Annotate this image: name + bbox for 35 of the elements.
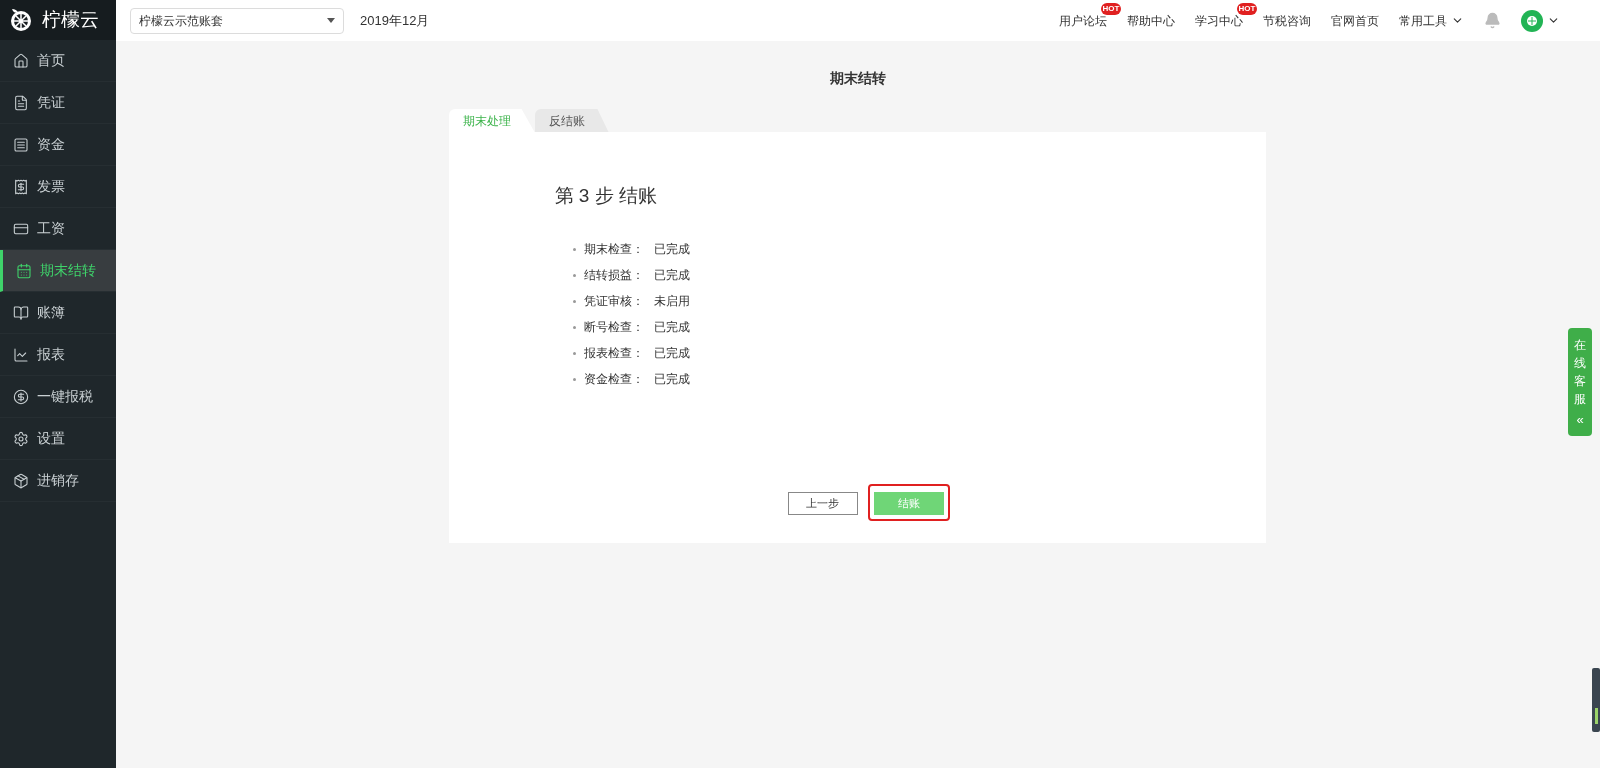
sidebar-item[interactable]: 首页 <box>0 40 116 82</box>
check-status: 已完成 <box>653 241 690 258</box>
period-label: 2019年12月 <box>360 11 430 30</box>
nav-link[interactable]: 节税咨询 <box>1263 11 1311 30</box>
sidebar-item[interactable]: 期末结转 <box>0 250 116 292</box>
tab[interactable]: 反结账 <box>534 109 609 132</box>
sidebar-item[interactable]: 账簿 <box>0 292 116 334</box>
sidebar-item[interactable]: 进销存 <box>0 460 116 502</box>
sidebar-item[interactable]: 凭证 <box>0 82 116 124</box>
check-name: 断号检查： <box>583 319 645 336</box>
sidebar-item[interactable]: 一键报税 <box>0 376 116 418</box>
account-select[interactable]: 柠檬云示范账套 <box>130 7 344 34</box>
check-status: 已完成 <box>653 371 690 388</box>
check-name: 结转损益： <box>583 267 645 284</box>
check-status: 未启用 <box>653 293 690 310</box>
page-title: 期末结转 <box>830 69 886 88</box>
sidebar-item[interactable]: 资金 <box>0 124 116 166</box>
previous-button[interactable]: 上一步 <box>787 492 858 515</box>
sidebar-item[interactable]: 报表 <box>0 334 116 376</box>
nav-link[interactable]: 常用工具 <box>1399 11 1464 30</box>
hot-badge: HOT <box>1101 2 1121 15</box>
nav-link[interactable]: 帮助中心 <box>1127 11 1175 30</box>
check-name: 报表检查： <box>583 345 645 362</box>
sidebar-item[interactable]: 发票 <box>0 166 116 208</box>
sidebar-item[interactable]: 设置 <box>0 418 116 460</box>
check-name: 期末检查： <box>583 241 645 258</box>
check-name: 凭证审核： <box>583 293 645 310</box>
hot-badge: HOT <box>1237 2 1257 15</box>
check-status: 已完成 <box>653 345 690 362</box>
step-title: 第 3 步 结账 <box>554 184 658 208</box>
brand-name: 柠檬云 <box>42 7 99 32</box>
nav-link[interactable]: 官网首页 <box>1331 11 1379 30</box>
check-status: 已完成 <box>653 319 690 336</box>
check-status: 已完成 <box>653 267 690 284</box>
check-name: 资金检查： <box>583 371 645 388</box>
